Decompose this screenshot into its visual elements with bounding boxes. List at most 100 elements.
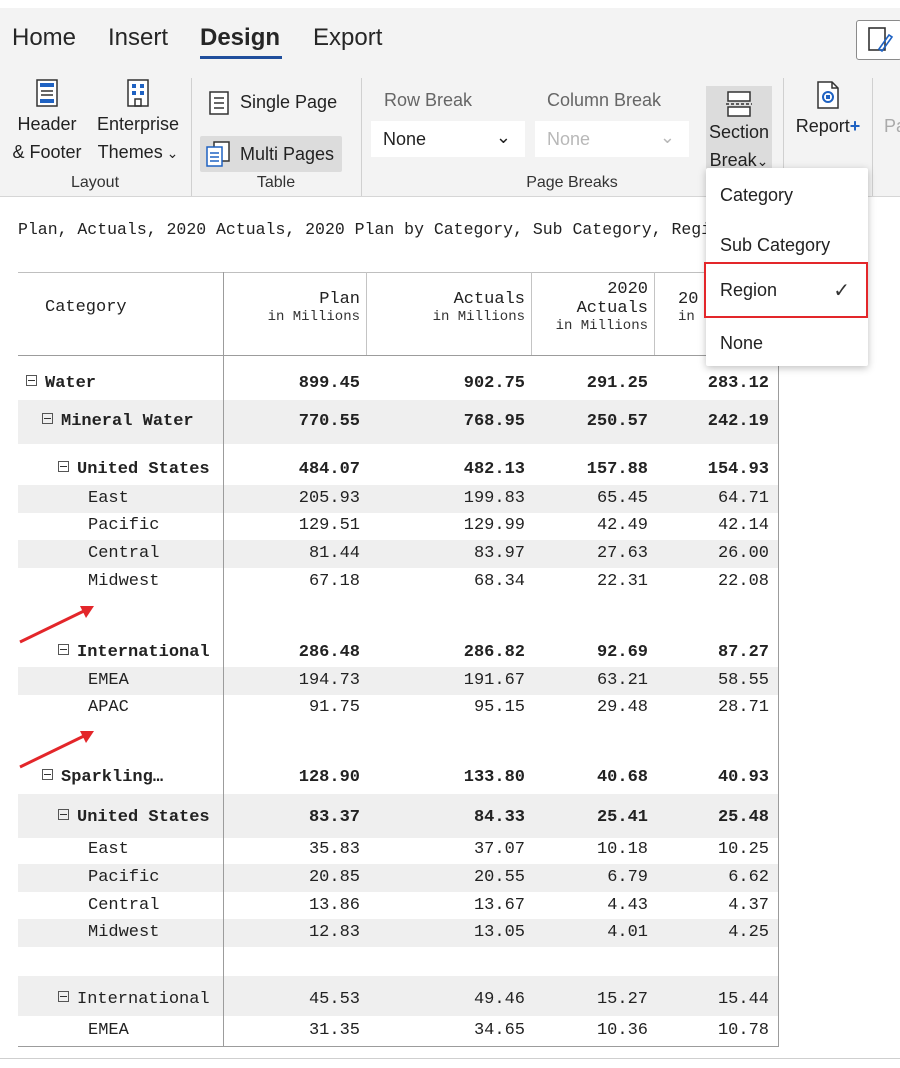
header-2020-actuals[interactable]: 2020 Actuals in Millions — [524, 280, 648, 334]
table-row: EMEA 31.35 34.65 10.36 10.78 — [18, 1017, 778, 1045]
dropdown-item-label: Category — [720, 185, 794, 205]
cell-actuals: 68.34 — [473, 572, 525, 591]
column-break-select[interactable]: None ⌄ — [535, 121, 689, 157]
tab-home[interactable]: Home — [12, 24, 76, 52]
enterprise-themes-button[interactable]: Enterprise Themes ⌄ — [92, 110, 184, 167]
row-label: Midwest — [88, 572, 160, 591]
cell-2020-plan: 42.14 — [717, 516, 769, 535]
cell-2020-actuals: 42.49 — [596, 516, 648, 535]
dropdown-item-label: Region — [720, 280, 778, 300]
row-label: United States — [77, 460, 210, 479]
cell-2020-actuals: 4.01 — [607, 923, 648, 942]
cell-plan: 205.93 — [298, 489, 360, 508]
header-actuals[interactable]: Actuals in Millions — [401, 290, 525, 325]
cell-2020-actuals: 92.69 — [596, 643, 648, 662]
section-break-label-2: Break — [709, 150, 757, 170]
category-column-divider — [223, 272, 224, 1046]
cell-actuals: 902.75 — [463, 374, 525, 393]
cell-actuals: 13.67 — [473, 896, 525, 915]
cell-2020-plan: 87.27 — [717, 643, 769, 662]
table-row: Sparkling… 128.90 133.80 40.68 40.93 — [18, 764, 778, 792]
header-plan-label: Plan — [319, 290, 360, 309]
collapse-icon[interactable] — [58, 461, 69, 472]
report-label: Report — [795, 116, 850, 136]
cell-plan: 286.48 — [298, 643, 360, 662]
row-break-select[interactable]: None ⌄ — [371, 121, 525, 157]
collapse-icon[interactable] — [58, 991, 69, 1002]
chevron-down-icon: ⌄ — [659, 127, 675, 147]
row-label: East — [88, 840, 129, 859]
enterprise-themes-label-1: Enterprise — [96, 114, 180, 134]
table-row: Water 899.45 902.75 291.25 283.12 — [18, 370, 778, 398]
section-break-label-1: Section — [708, 122, 770, 142]
multi-pages-button[interactable]: Multi Pages — [200, 136, 342, 172]
tab-design[interactable]: Design — [200, 24, 280, 52]
report-button[interactable]: Report+ — [790, 112, 866, 140]
row-label: Central — [88, 896, 160, 915]
tab-export[interactable]: Export — [313, 24, 382, 52]
table-row: East 205.93 199.83 65.45 64.71 — [18, 485, 778, 513]
cell-2020-plan: 40.93 — [717, 768, 769, 787]
single-page-icon — [209, 91, 229, 115]
table-row: International 286.48 286.82 92.69 87.27 — [18, 639, 778, 667]
cell-2020-plan: 25.48 — [717, 808, 769, 827]
row-label: EMEA — [88, 671, 129, 690]
cell-plan: 35.83 — [308, 840, 360, 859]
column-divider — [366, 272, 367, 355]
header-2020-actuals-unit: in Millions — [555, 318, 648, 334]
row-break-value: None — [383, 129, 427, 149]
edit-icon — [868, 27, 894, 53]
cell-plan: 31.35 — [308, 1021, 360, 1040]
cell-actuals: 768.95 — [463, 412, 525, 431]
cell-2020-actuals: 291.25 — [586, 374, 648, 393]
table-row: Mineral Water 770.55 768.95 250.57 242.1… — [18, 400, 778, 444]
cell-2020-plan: 22.08 — [717, 572, 769, 591]
cell-2020-plan: 28.71 — [717, 698, 769, 717]
collapse-icon[interactable] — [58, 809, 69, 820]
group-label-layout: Layout — [70, 174, 120, 191]
cell-2020-actuals: 15.27 — [596, 990, 648, 1009]
cell-2020-actuals: 29.48 — [596, 698, 648, 717]
single-page-button[interactable]: Single Page — [202, 86, 352, 120]
header-2020-plan[interactable]: 20 in — [678, 290, 698, 325]
chevron-down-icon: ⌄ — [756, 153, 769, 169]
header-2020-plan-unit: in — [678, 309, 695, 325]
header-plan-unit: in Millions — [267, 309, 360, 325]
cell-2020-actuals: 4.43 — [607, 896, 648, 915]
cell-actuals: 49.46 — [473, 990, 525, 1009]
cell-actuals: 199.83 — [463, 489, 525, 508]
edit-button[interactable] — [856, 20, 900, 60]
header-category[interactable]: Category — [45, 298, 127, 317]
row-label: Pacific — [88, 516, 160, 535]
header-2020-plan-label: 20 — [678, 290, 699, 309]
section-break-button[interactable]: Section Break⌄ — [706, 86, 772, 174]
header-footer-button[interactable]: Header & Footer — [8, 110, 86, 166]
cell-plan: 770.55 — [298, 412, 360, 431]
cell-2020-plan: 283.12 — [707, 374, 769, 393]
annotation-arrow-icon — [19, 606, 94, 644]
collapse-icon[interactable] — [26, 375, 37, 386]
dropdown-item-label: None — [720, 333, 764, 353]
header-2020-actuals-label: 2020 — [607, 280, 648, 299]
collapse-icon[interactable] — [42, 413, 53, 424]
row-label: Pacific — [88, 868, 160, 887]
dropdown-item-category[interactable]: Category — [706, 172, 868, 216]
row-label: APAC — [88, 698, 129, 717]
dropdown-item-region[interactable]: Region ✓ — [704, 262, 868, 318]
cell-plan: 83.37 — [308, 808, 360, 827]
dropdown-item-none[interactable]: None — [706, 320, 868, 364]
header-footer-icon — [36, 79, 58, 107]
report-table: Category Plan in Millions Actuals in Mil… — [18, 272, 779, 1047]
cell-plan: 194.73 — [298, 671, 360, 690]
dropdown-item-sub-category[interactable]: Sub Category — [706, 222, 868, 266]
cut-off-button[interactable]: Pa — [884, 112, 900, 140]
table-row: APAC 91.75 95.15 29.48 28.71 — [18, 694, 778, 722]
row-break-label: Row Break — [384, 90, 473, 110]
section-break-icon — [726, 91, 752, 117]
tab-insert[interactable]: Insert — [108, 24, 168, 52]
header-bottom-border — [18, 355, 778, 356]
row-label: Mineral Water — [61, 412, 194, 431]
cell-plan: 81.44 — [308, 544, 360, 563]
header-plan[interactable]: Plan in Millions — [236, 290, 360, 325]
enterprise-themes-icon — [127, 79, 149, 107]
